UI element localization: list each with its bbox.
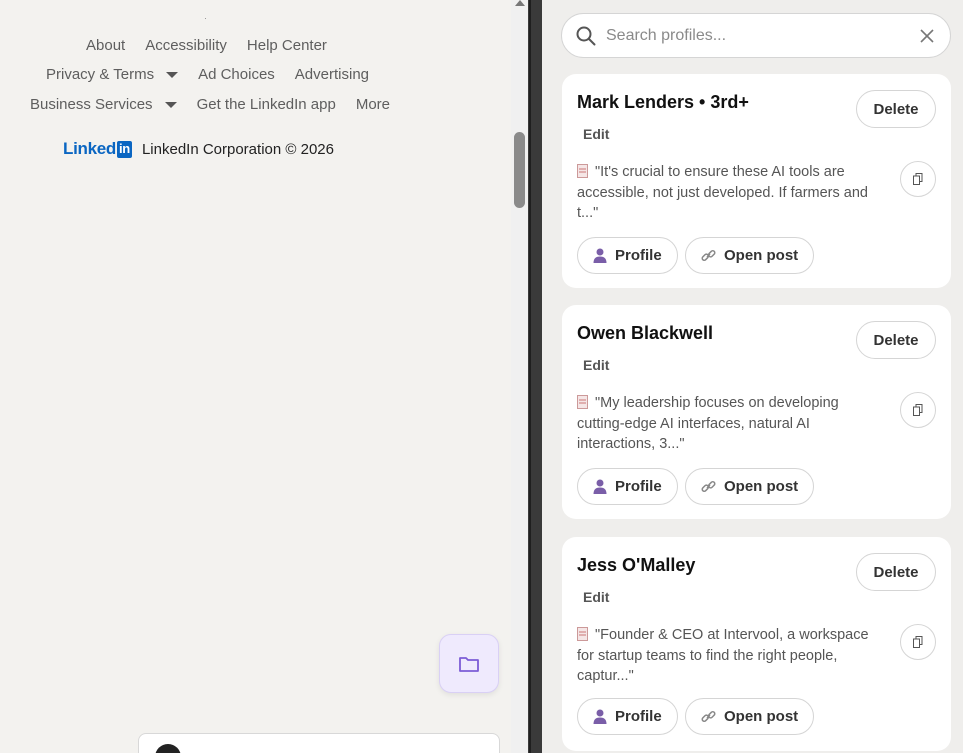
open-post-label: Open post: [724, 247, 799, 264]
search-input[interactable]: [606, 26, 920, 45]
link-icon: [701, 249, 716, 262]
quote-text: "It's crucial to ensure these AI tools a…: [577, 164, 868, 221]
clear-icon[interactable]: [920, 28, 934, 43]
logo-in-badge: in: [117, 140, 132, 158]
footer-link-get-app[interactable]: Get the LinkedIn app: [197, 96, 336, 113]
footer-row-3: Business Services Get the LinkedIn app M…: [30, 96, 390, 113]
open-post-label: Open post: [724, 478, 799, 495]
profile-card: Jess O'Malley Edit Delete "Founder & CEO…: [562, 537, 951, 751]
post-quote: "My leadership focuses on developing cut…: [577, 393, 882, 455]
caret-down-icon: [166, 71, 179, 78]
footer-link-label: Privacy & Terms: [46, 66, 155, 83]
profile-name[interactable]: Owen Blackwell: [577, 323, 713, 344]
person-icon: [593, 709, 607, 724]
footer-link-accessibility[interactable]: Accessibility: [145, 37, 227, 54]
copy-button[interactable]: [900, 624, 936, 660]
folder-button[interactable]: [439, 634, 499, 693]
note-icon: [577, 627, 588, 641]
footer-link-about[interactable]: About: [86, 37, 125, 54]
note-icon: [577, 395, 588, 409]
link-icon: [701, 480, 716, 493]
open-post-label: Open post: [724, 708, 799, 725]
profile-button-label: Profile: [615, 247, 662, 264]
profile-button[interactable]: Profile: [577, 237, 678, 274]
footer-link-advertising[interactable]: Advertising: [295, 66, 369, 83]
linkedin-logo: Linked in: [63, 139, 132, 159]
copyright-text: LinkedIn Corporation © 2026: [141, 140, 334, 158]
saved-profiles-panel: Mark Lenders • 3rd+ Edit Delete "It's cr…: [542, 0, 963, 753]
delete-button[interactable]: Delete: [856, 553, 936, 591]
delete-button[interactable]: Delete: [856, 90, 936, 128]
footer-brand: Linked in LinkedIn Corporation © 2026: [63, 139, 334, 159]
scroll-up-arrow-icon[interactable]: [515, 0, 525, 6]
avatar: [155, 744, 181, 753]
copy-icon: [913, 404, 923, 416]
copy-button[interactable]: [900, 392, 936, 428]
post-quote: "It's crucial to ensure these AI tools a…: [577, 162, 882, 224]
footer-link-ad-choices[interactable]: Ad Choices: [198, 66, 275, 83]
quote-text: "Founder & CEO at Intervool, a workspace…: [577, 627, 869, 684]
search-bar: [561, 13, 951, 58]
profile-card: Owen Blackwell Edit Delete "My leadershi…: [562, 305, 951, 519]
edit-button[interactable]: Edit: [583, 589, 609, 605]
profile-button[interactable]: Profile: [577, 698, 678, 735]
profile-name[interactable]: Mark Lenders • 3rd+: [577, 92, 749, 113]
scrollbar-track[interactable]: [511, 0, 528, 753]
search-icon: [576, 26, 596, 45]
delete-button[interactable]: Delete: [856, 321, 936, 359]
profile-name[interactable]: Jess O'Malley: [577, 555, 695, 576]
logo-text: Linked: [63, 139, 116, 158]
edit-button[interactable]: Edit: [583, 357, 609, 373]
footer-row-2: Privacy & Terms Ad Choices Advertising: [46, 66, 369, 83]
profile-button-label: Profile: [615, 478, 662, 495]
link-icon: [701, 710, 716, 723]
profile-button[interactable]: Profile: [577, 468, 678, 505]
profile-button-label: Profile: [615, 708, 662, 725]
footer-link-business-services[interactable]: Business Services: [30, 96, 177, 113]
footer-link-label: Business Services: [30, 96, 153, 113]
edit-button[interactable]: Edit: [583, 126, 609, 142]
footer-row-1: About Accessibility Help Center: [86, 37, 327, 54]
footer-link-privacy-terms[interactable]: Privacy & Terms: [46, 66, 179, 83]
caret-down-icon: [164, 101, 177, 108]
post-quote: "Founder & CEO at Intervool, a workspace…: [577, 625, 882, 687]
open-post-button[interactable]: Open post: [685, 237, 815, 274]
note-icon: [577, 164, 588, 178]
folder-icon: [459, 656, 479, 672]
profile-card: Mark Lenders • 3rd+ Edit Delete "It's cr…: [562, 74, 951, 288]
person-icon: [593, 479, 607, 494]
quote-text: "My leadership focuses on developing cut…: [577, 395, 839, 452]
copy-icon: [913, 636, 923, 648]
scrollbar-thumb[interactable]: [514, 132, 525, 208]
separator-dot: [205, 18, 206, 19]
person-icon: [593, 248, 607, 263]
chat-card-partial[interactable]: [138, 733, 500, 753]
open-post-button[interactable]: Open post: [685, 698, 815, 735]
copy-icon: [913, 173, 923, 185]
open-post-button[interactable]: Open post: [685, 468, 815, 505]
footer-link-more[interactable]: More: [356, 96, 390, 113]
linkedin-page: About Accessibility Help Center Privacy …: [0, 0, 511, 753]
footer-link-help-center[interactable]: Help Center: [247, 37, 327, 54]
copy-button[interactable]: [900, 161, 936, 197]
panel-divider[interactable]: [528, 0, 542, 753]
